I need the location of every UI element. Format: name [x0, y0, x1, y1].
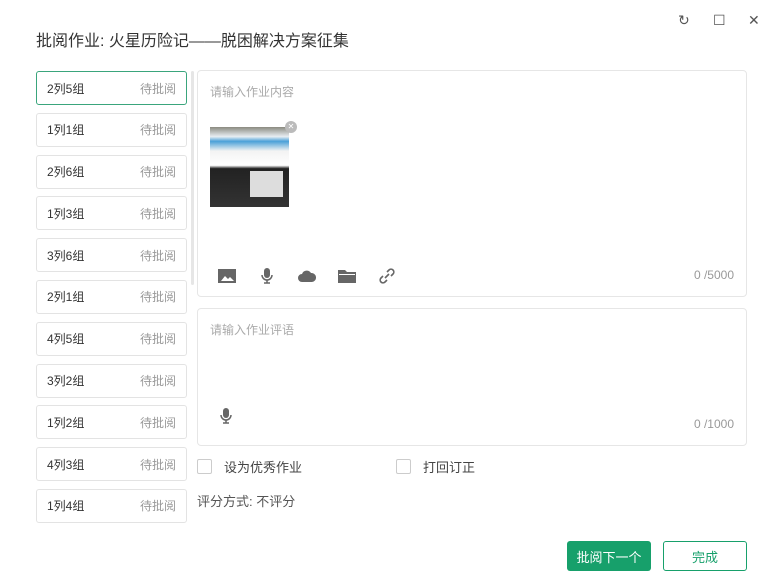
done-button[interactable]: 完成: [663, 541, 747, 571]
link-icon[interactable]: [378, 268, 396, 284]
content-editor[interactable]: 请输入作业内容 ✕ 0 /5000: [197, 70, 747, 297]
remove-image-icon[interactable]: ✕: [285, 121, 297, 133]
page-title: 批阅作业: 火星历险记——脱困解决方案征集: [36, 33, 349, 50]
folder-icon[interactable]: [338, 268, 356, 284]
comment-char-count: 0 /1000: [693, 417, 734, 431]
comment-editor[interactable]: 请输入作业评语 0 /1000: [197, 308, 747, 446]
review-status: 待批阅: [139, 457, 176, 472]
student-name: 2列6组: [47, 165, 85, 180]
excellent-label: 设为优秀作业: [224, 460, 303, 475]
review-status: 待批阅: [139, 165, 176, 180]
review-status: 待批阅: [139, 499, 176, 514]
excellent-checkbox[interactable]: 设为优秀作业: [197, 457, 302, 476]
image-icon[interactable]: [218, 268, 236, 284]
student-item[interactable]: 2列6组 待批阅: [36, 154, 187, 189]
student-item[interactable]: 2列1组 待批阅: [36, 279, 187, 314]
checkbox-box[interactable]: [197, 459, 212, 474]
student-item[interactable]: 1列2组 待批阅: [36, 405, 187, 440]
review-status: 待批阅: [139, 206, 176, 221]
review-status: 待批阅: [139, 123, 176, 138]
review-status: 待批阅: [139, 332, 176, 347]
review-status: 待批阅: [139, 81, 176, 96]
review-status: 待批阅: [139, 290, 176, 305]
student-item[interactable]: 1列3组 待批阅: [36, 196, 187, 231]
student-item[interactable]: 3列2组 待批阅: [36, 363, 187, 398]
attached-image[interactable]: [210, 127, 289, 207]
return-label: 打回订正: [423, 460, 476, 475]
review-status: 待批阅: [139, 415, 176, 430]
student-item[interactable]: 4列3组 待批阅: [36, 447, 187, 482]
return-checkbox[interactable]: 打回订正: [396, 457, 475, 476]
student-item[interactable]: 3列6组 待批阅: [36, 238, 187, 273]
student-name: 4列5组: [47, 332, 85, 347]
student-list: 2列5组 待批阅 1列1组 待批阅 2列6组 待批阅 1列3组 待批阅 3列6组 待批阅 2列1组待…: [36, 71, 187, 531]
student-item[interactable]: 1列4组 待批阅: [36, 488, 187, 523]
close-icon[interactable]: ✕: [748, 12, 760, 29]
list-scrollbar[interactable]: [191, 71, 194, 285]
student-name: 1列4组: [47, 499, 85, 514]
cloud-icon[interactable]: [298, 268, 316, 284]
refresh-icon[interactable]: ↻: [678, 12, 690, 29]
checkbox-box[interactable]: [396, 459, 411, 474]
review-status: 待批阅: [139, 248, 176, 263]
student-name: 2列1组: [47, 290, 85, 305]
content-placeholder: 请输入作业内容: [210, 85, 295, 99]
maximize-icon[interactable]: ☐: [713, 12, 726, 29]
microphone-icon[interactable]: [258, 268, 276, 284]
content-char-count: 0 /5000: [693, 268, 734, 282]
student-name: 1列3组: [47, 206, 85, 221]
scoring-method: 评分方式: 不评分: [197, 494, 296, 509]
student-item[interactable]: 1列1组 待批阅: [36, 112, 187, 147]
content-toolbar: [218, 268, 396, 284]
comment-placeholder: 请输入作业评语: [210, 323, 295, 337]
student-name: 1列2组: [47, 415, 85, 430]
review-next-button[interactable]: 批阅下一个: [567, 541, 651, 571]
student-item[interactable]: 2列5组 待批阅: [36, 71, 187, 105]
student-item[interactable]: 4列5组 待批阅: [36, 321, 187, 356]
student-name: 4列3组: [47, 457, 85, 472]
review-status: 待批阅: [139, 374, 176, 389]
student-name: 2列5组: [47, 81, 85, 96]
microphone-icon[interactable]: [220, 408, 232, 429]
student-name: 3列6组: [47, 248, 85, 263]
student-name: 1列1组: [47, 123, 85, 138]
student-name: 3列2组: [47, 374, 85, 389]
